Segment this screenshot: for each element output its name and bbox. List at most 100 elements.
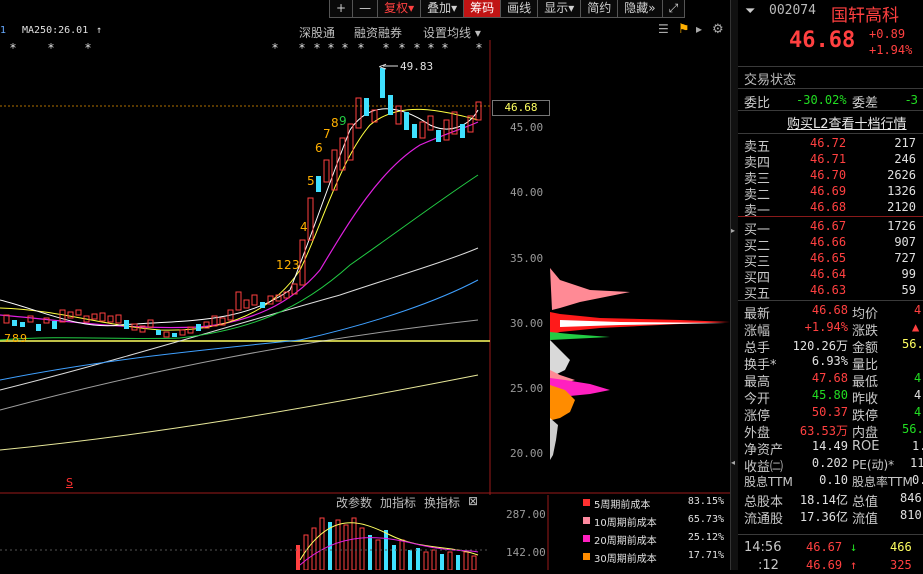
ask-row: 卖二 46.69 1326 [744, 184, 916, 203]
expand-icon[interactable]: ⤢ [661, 0, 686, 18]
sub-chart [0, 517, 490, 570]
stat-row: 总手 120.26万 金额 56. [744, 337, 923, 356]
bid-row: 买一 46.67 1726 [744, 219, 916, 238]
svg-text:*: * [428, 41, 434, 55]
y-tick: 25.00 [510, 382, 544, 395]
collapse-arrow-icon[interactable]: ◂ [731, 458, 735, 467]
td-count-2: 2 [284, 258, 292, 272]
tick-row: 14:56 46.67 ↓ 466 [744, 540, 912, 555]
svg-text:*: * [476, 41, 482, 55]
td-count-7: 7 [323, 127, 331, 141]
last-price: 46.68 [789, 28, 856, 53]
legend-swatch [583, 517, 590, 524]
hide-button[interactable]: 隐藏» [617, 0, 663, 18]
legend-item: 10周期前成本 65.73% [580, 512, 730, 530]
ma-settings-menu[interactable]: 设置均线 ▾ [423, 24, 481, 41]
svg-text:*: * [85, 41, 91, 55]
high-price-annotation: 49.83 [400, 60, 434, 73]
y-tick: 40.00 [510, 186, 544, 199]
td-seq-left: 789 [4, 332, 28, 345]
stock-name: 国轩高科 [831, 6, 899, 26]
y-tick: 20.00 [510, 447, 544, 460]
display-button[interactable]: 显示▾ [537, 0, 582, 18]
svg-text:*: * [314, 41, 320, 55]
svg-text:*: * [399, 41, 405, 55]
chart-toolbar: + — 复权▾ 叠加▾ 筹码 画线 显示▾ 简约 隐藏» ⤢ [329, 0, 686, 18]
svg-text:<: < [378, 60, 387, 73]
chips-button[interactable]: 筹码 [463, 0, 502, 18]
ask-row: 卖四 46.71 246 [744, 152, 916, 171]
weicha-value: -3 [906, 93, 918, 107]
y-tick: 35.00 [510, 252, 544, 265]
td-count-6: 6 [315, 141, 323, 155]
zoom-in-button[interactable]: + [329, 0, 354, 18]
zoom-out-button[interactable]: — [352, 0, 379, 18]
y-tick: 30.00 [510, 317, 544, 330]
stock-code: 002074 [769, 3, 816, 18]
chip-distribution [550, 268, 730, 460]
margin-menu[interactable]: 融资融券 [354, 24, 402, 41]
bid-row: 买五 46.63 59 [744, 283, 916, 302]
sell-signal-marker: S [66, 476, 73, 489]
svg-text:*: * [414, 41, 420, 55]
bid-row: 买二 46.66 907 [744, 235, 916, 254]
bid-row: 买三 46.65 727 [744, 251, 916, 270]
legend-swatch [583, 553, 590, 560]
settings-list-icon[interactable]: ☰ [658, 22, 669, 36]
stat-row: 净资产14.49ROE1. [744, 439, 923, 458]
svg-text:*: * [48, 41, 54, 55]
chip-legend: 5周期前成本 83.15% 10周期前成本 65.73% 20周期前成本 25.12%… [580, 494, 730, 566]
gear-icon[interactable]: ⚙ [712, 22, 724, 37]
td-count-5: 5 [307, 174, 315, 188]
kline-chart: * * * * * * * * * * * * * * * < [0, 40, 736, 570]
flag-icon[interactable]: ⚑ [678, 22, 690, 37]
stat-row: 最新 46.68 均价 4 [744, 303, 922, 322]
up-arrow-icon: ↑ [96, 25, 103, 36]
down-arrow-icon: ↓ [850, 540, 858, 554]
hk-connect-menu[interactable]: 深股通 [299, 24, 335, 41]
stat-row: 换手* 6.93% 量比 [744, 354, 879, 373]
stat-row: 最高 47.68 最低 4 [744, 371, 922, 390]
stat-row: 总股本 18.14亿 总值 846 [744, 491, 922, 510]
collapse-arrow-icon[interactable]: ▸ [731, 226, 735, 235]
stat-row: 涨幅 +1.94% 涨跌 ▲ [744, 320, 920, 339]
sub-y-tick: 142.00 [506, 546, 546, 559]
close-icon[interactable]: ⊠ [468, 494, 478, 512]
td-count-3: 3 [292, 258, 300, 272]
play-icon[interactable]: ▸ [696, 22, 702, 36]
panel-splitter[interactable] [730, 0, 738, 570]
legend-swatch [583, 499, 590, 506]
svg-text:*: * [272, 41, 278, 55]
draw-line-button[interactable]: 画线 [500, 0, 539, 18]
svg-text:*: * [383, 41, 389, 55]
chart-tools: ☰ ⚑ ▸ ⚙ [658, 22, 728, 40]
simple-button[interactable]: 简约 [580, 0, 619, 18]
price-change-pct: +1.94% [869, 43, 913, 57]
tick-row: :12 46.69 ↑ 325 [758, 558, 912, 573]
ask-row: 卖三 46.70 2626 [744, 168, 916, 187]
ask-row: 卖一 46.68 2120 [744, 200, 916, 219]
svg-text:*: * [342, 41, 348, 55]
overlay-button[interactable]: 叠加▾ [420, 0, 465, 18]
stat-row: 收益㈡ 0.202 PE(动)* 11 [744, 456, 923, 475]
switch-indicator-button[interactable]: 换指标 [424, 494, 460, 512]
indicator-menu: 改参数 加指标 换指标 ⊠ [336, 494, 478, 512]
current-price-tag: 46.68 [492, 100, 550, 116]
sub-y-tick: 287.00 [506, 508, 546, 521]
stat-row: 股息TTM0.10股息率TTM0. [744, 473, 923, 489]
ask-row: 卖五 46.72 217 [744, 136, 916, 155]
trade-status: 交易状态 [744, 73, 797, 88]
svg-text:*: * [299, 41, 305, 55]
y-tick: 45.00 [510, 121, 544, 134]
edit-params-button[interactable]: 改参数 [336, 494, 372, 512]
svg-text:*: * [358, 41, 364, 55]
fuquan-button[interactable]: 复权▾ [377, 0, 422, 18]
td-count-8: 8 [331, 116, 339, 130]
weicha-label: 委差 [852, 96, 879, 111]
legend-swatch [583, 535, 590, 542]
l2-purchase-link[interactable]: 购买L2查看十档行情 [787, 113, 907, 132]
add-indicator-button[interactable]: 加指标 [380, 494, 416, 512]
stat-row: 今开 45.80 昨收 4 [744, 388, 922, 407]
collapse-icon[interactable]: ⏷ [745, 4, 755, 19]
stat-row: 涨停 50.37 跌停 4 [744, 405, 922, 424]
